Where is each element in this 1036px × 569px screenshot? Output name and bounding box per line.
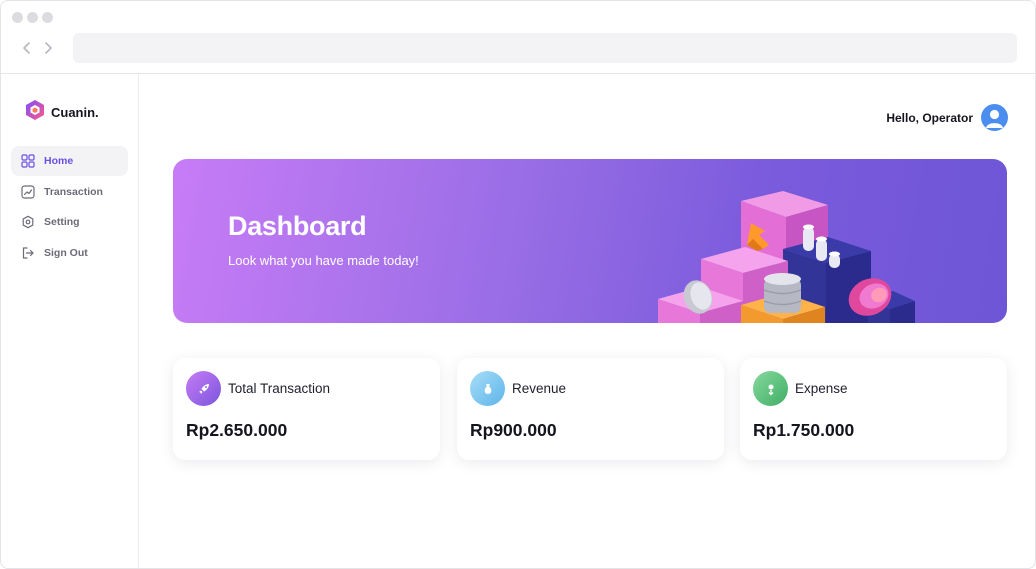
brand-name: Cuanin.: [51, 104, 99, 120]
stat-title: Total Transaction: [228, 381, 331, 396]
stat-title: Revenue: [512, 381, 567, 396]
stat-card-total-transaction[interactable]: Total Transaction Rp2.650.000: [173, 358, 440, 460]
user-greeting: Hello, Operator: [886, 104, 1008, 131]
sidebar-item-transaction[interactable]: Transaction: [11, 177, 128, 207]
forward-arrow-icon[interactable]: [40, 39, 56, 57]
banner-subtitle: Look what you have made today!: [228, 253, 419, 268]
isometric-finance-illustration: [658, 191, 915, 323]
money-bag-icon: [470, 371, 505, 406]
back-arrow-icon[interactable]: [19, 39, 35, 57]
gear-icon: [21, 215, 35, 229]
sign-out-icon: [21, 246, 35, 260]
window-close-dot[interactable]: [12, 12, 23, 23]
window-maximize-dot[interactable]: [42, 12, 53, 23]
main-content: Hello, Operator Dashboard Look what you …: [139, 74, 1035, 568]
sidebar-item-setting[interactable]: Setting: [11, 207, 128, 237]
stats-cards: Total Transaction Rp2.650.000 Revenue Rp…: [173, 358, 1007, 460]
browser-chrome: [1, 1, 1035, 74]
chart-line-icon: [21, 184, 35, 199]
sidebar-item-sign-out[interactable]: Sign Out: [11, 238, 128, 268]
sidebar-item-home[interactable]: Home: [11, 146, 128, 176]
sidebar-menu: Home Transaction Setting Sign Out: [11, 146, 128, 268]
sidebar-item-label: Home: [44, 155, 74, 167]
stat-card-expense[interactable]: Expense Rp1.750.000: [740, 358, 1007, 460]
brand[interactable]: Cuanin.: [25, 99, 99, 126]
window-minimize-dot[interactable]: [27, 12, 38, 23]
page-title: Dashboard: [228, 211, 367, 241]
browser-window: Cuanin. Home Transaction Setting Sign Ou…: [0, 0, 1036, 569]
sidebar: Cuanin. Home Transaction Setting Sign Ou…: [1, 74, 139, 568]
user-avatar-icon[interactable]: [981, 104, 1008, 131]
greeting-text: Hello, Operator: [886, 110, 973, 125]
stat-value: Rp900.000: [470, 420, 557, 440]
rocket-icon: [186, 371, 221, 406]
stat-title: Expense: [795, 381, 848, 396]
dashboard-banner: Dashboard Look what you have made today!: [173, 159, 1007, 323]
sidebar-item-label: Sign Out: [44, 246, 88, 259]
address-bar[interactable]: [73, 33, 1017, 63]
stat-value: Rp1.750.000: [753, 420, 855, 440]
grid-icon: [21, 154, 35, 168]
stat-card-revenue[interactable]: Revenue Rp900.000: [457, 358, 724, 460]
money-out-icon: [753, 371, 788, 406]
stat-value: Rp2.650.000: [186, 420, 288, 440]
sidebar-item-label: Transaction: [44, 185, 103, 198]
logo-icon: [25, 99, 45, 126]
sidebar-item-label: Setting: [44, 216, 80, 228]
